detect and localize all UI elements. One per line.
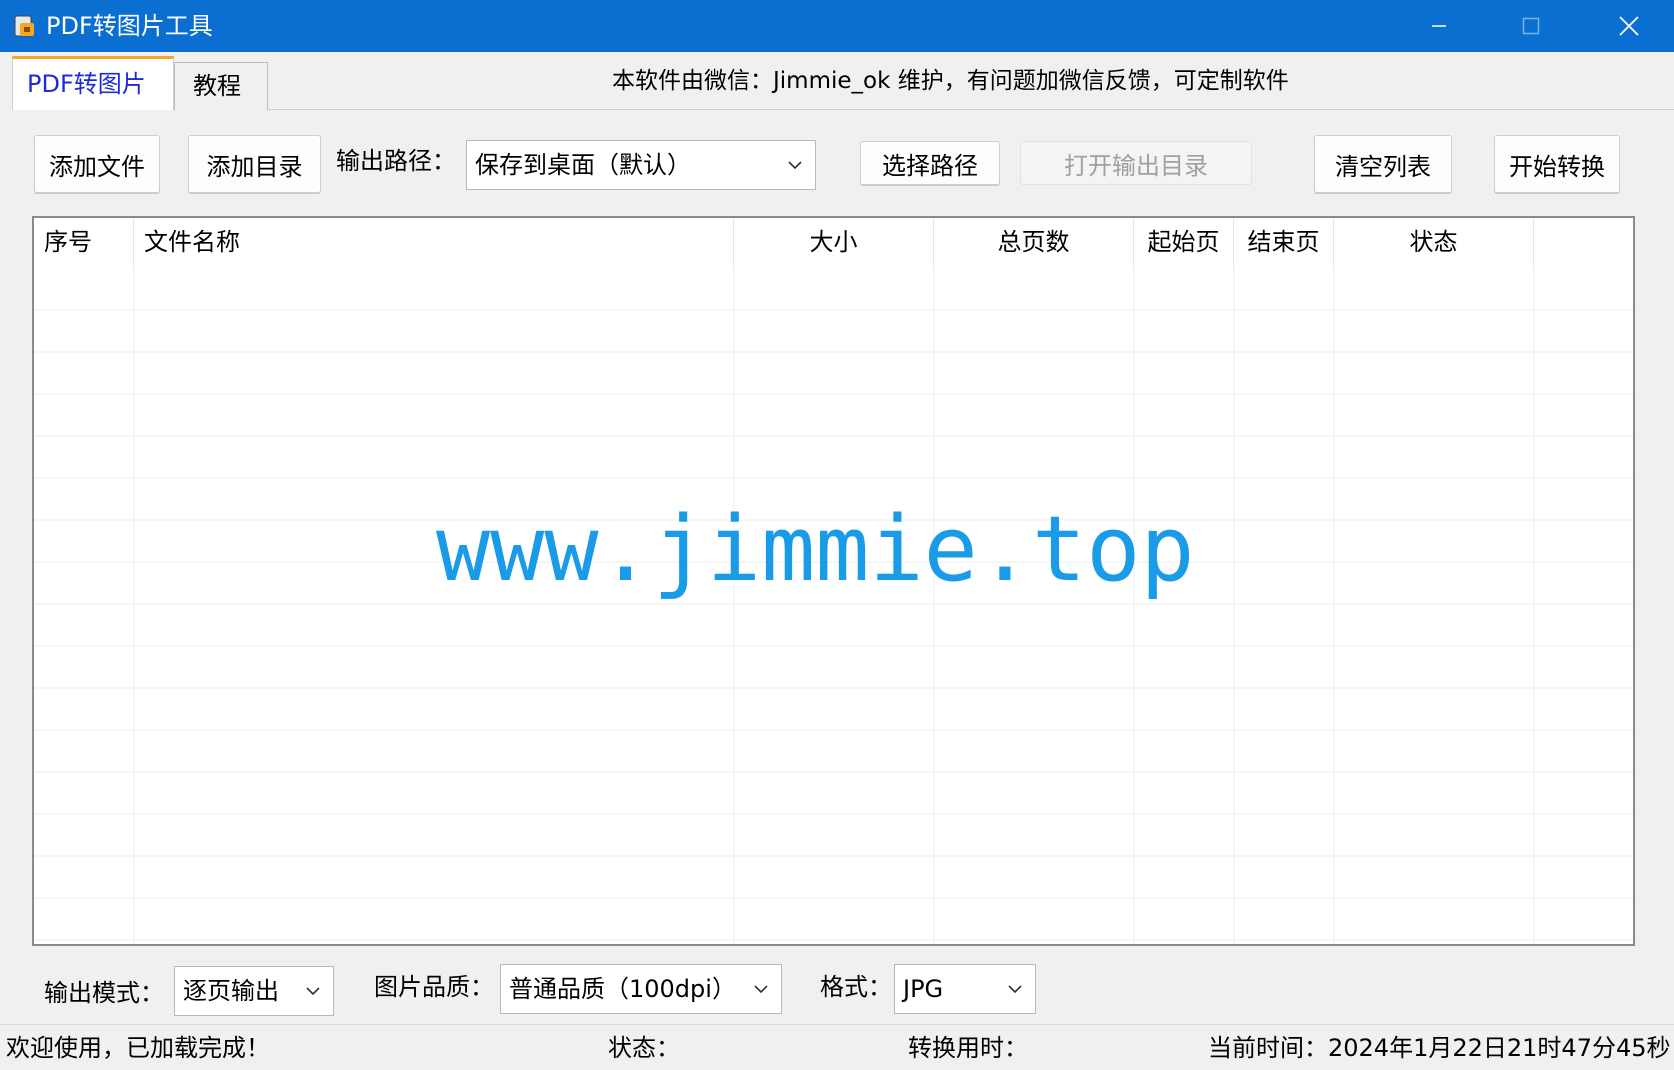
welcome-message: 欢迎使用，已加载完成！ <box>6 1034 270 1062</box>
table-grid <box>34 268 1633 944</box>
watermark-text: www.jimmie.top <box>436 497 1195 602</box>
image-quality-value: 普通品质（100dpi） <box>509 975 736 1003</box>
maximize-icon <box>1522 17 1540 35</box>
status-bar: 欢迎使用，已加载完成！ 状态： 转换用时： 当前时间：2024年1月22日21时… <box>0 1024 1674 1070</box>
format-value: JPG <box>903 975 944 1003</box>
chevron-down-icon <box>306 987 320 996</box>
maintainer-notice: 本软件由微信：Jimmie_ok 维护，有问题加微信反馈，可定制软件 <box>612 68 1289 94</box>
title-bar[interactable]: PDF转图片工具 <box>0 0 1674 52</box>
add-file-button[interactable]: 添加文件 <box>34 135 160 193</box>
status-label: 状态： <box>608 1034 680 1062</box>
output-mode-label: 输出模式： <box>44 979 164 1007</box>
chevron-down-icon <box>1008 985 1022 994</box>
format-label: 格式： <box>820 973 892 1001</box>
image-quality-label: 图片品质： <box>374 973 494 1001</box>
output-path-value: 保存到桌面（默认） <box>475 151 691 179</box>
open-output-dir-button[interactable]: 打开输出目录 <box>1020 141 1252 185</box>
tab-pdf-to-image[interactable]: PDF转图片 <box>12 56 174 110</box>
tab-tutorial[interactable]: 教程 <box>174 62 268 110</box>
chevron-down-icon <box>788 161 802 170</box>
output-mode-select[interactable]: 逐页输出 <box>174 966 334 1016</box>
column-end-page[interactable]: 结束页 <box>1234 218 1334 268</box>
column-index[interactable]: 序号 <box>34 218 134 268</box>
close-icon <box>1619 16 1639 36</box>
chevron-down-icon <box>754 985 768 994</box>
format-select[interactable]: JPG <box>894 964 1036 1014</box>
column-status[interactable]: 状态 <box>1334 218 1534 268</box>
output-path-label: 输出路径： <box>336 147 456 175</box>
window-title: PDF转图片工具 <box>46 12 213 40</box>
column-filename[interactable]: 文件名称 <box>134 218 734 268</box>
start-convert-button[interactable]: 开始转换 <box>1494 135 1620 193</box>
minimize-icon <box>1432 25 1446 27</box>
maximize-button[interactable] <box>1486 0 1576 52</box>
minimize-button[interactable] <box>1394 0 1484 52</box>
table-header: 序号 文件名称 大小 总页数 起始页 结束页 状态 <box>34 218 1633 268</box>
choose-path-button[interactable]: 选择路径 <box>860 141 1000 185</box>
current-time: 当前时间：2024年1月22日21时47分45秒 <box>1208 1034 1671 1062</box>
output-path-select[interactable]: 保存到桌面（默认） <box>466 140 816 190</box>
column-start-page[interactable]: 起始页 <box>1134 218 1234 268</box>
clear-list-button[interactable]: 清空列表 <box>1314 135 1452 193</box>
image-quality-select[interactable]: 普通品质（100dpi） <box>500 964 782 1014</box>
elapsed-time-label: 转换用时： <box>908 1034 1028 1062</box>
column-size[interactable]: 大小 <box>734 218 934 268</box>
add-directory-button[interactable]: 添加目录 <box>188 135 321 193</box>
app-icon <box>14 15 34 37</box>
app-window: PDF转图片工具 PDF转图片 教程 本软件由微信：Jimmie_ok 维护，有… <box>0 0 1674 1070</box>
output-mode-value: 逐页输出 <box>183 977 279 1005</box>
column-total-pages[interactable]: 总页数 <box>934 218 1134 268</box>
close-button[interactable] <box>1584 0 1674 52</box>
